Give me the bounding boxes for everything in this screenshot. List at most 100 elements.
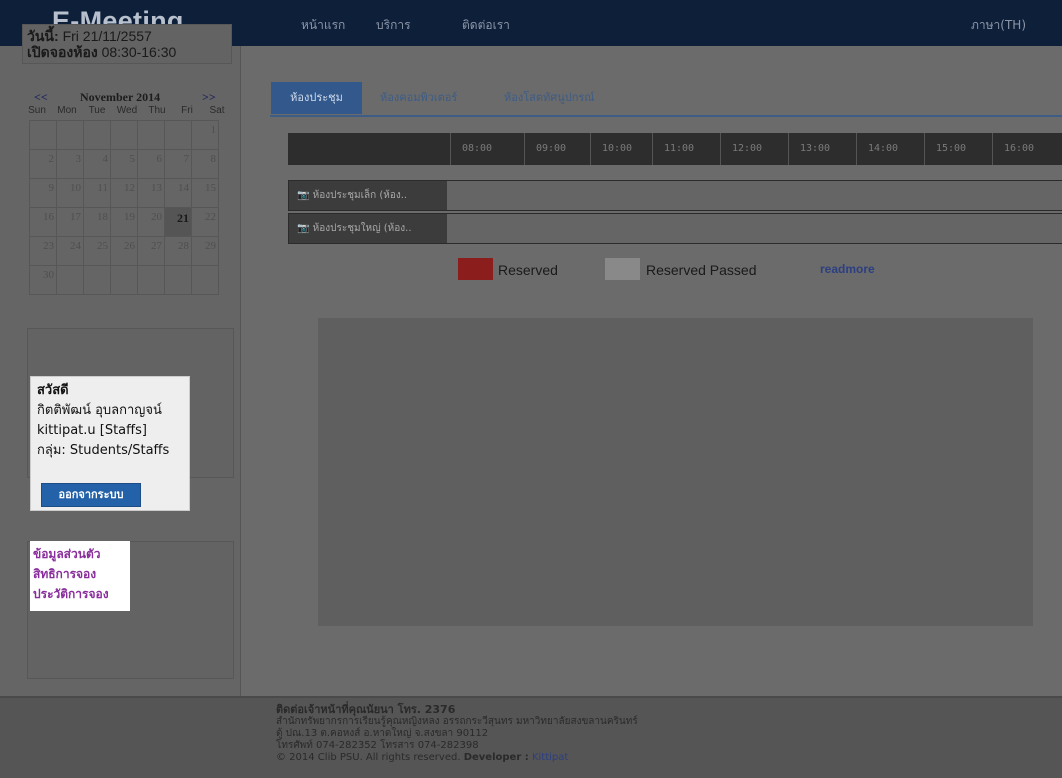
calendar-day[interactable]: 13 [137, 178, 165, 208]
room-label[interactable]: 📷 ห้องประชุมเล็ก (ห้อง.. [289, 181, 447, 210]
calendar-day[interactable]: 17 [56, 207, 84, 237]
calendar-day [56, 265, 84, 295]
timeline-header: 08:00 09:00 10:00 11:00 12:00 13:00 14:0… [288, 133, 1062, 165]
calendar-day [56, 120, 84, 150]
calendar-day[interactable]: 11 [83, 178, 111, 208]
link-booking-rights[interactable]: สิทธิการจอง [33, 564, 127, 584]
tab-computer-rooms[interactable]: ห้องคอมพิวเตอร์ [380, 82, 457, 114]
passed-legend-label: Reserved Passed [646, 262, 757, 278]
calendar-day[interactable]: 27 [137, 236, 165, 266]
date-info-box: วันนี้: Fri 21/11/2557 เปิดจองห้อง 08:30… [22, 24, 232, 64]
calendar-prev-button[interactable]: << [34, 90, 48, 105]
calendar-day [137, 265, 165, 295]
footer-phone: โทรศัพท์ 074-282352 โทรสาร 074-282398 [276, 740, 479, 751]
calendar-day[interactable]: 19 [110, 207, 138, 237]
weekday: Thu [148, 105, 166, 116]
calendar-day [191, 265, 219, 295]
today-label: วันนี้: [27, 28, 59, 44]
weekday: Sun [28, 105, 46, 116]
calendar-day [29, 120, 57, 150]
calendar-day[interactable]: 18 [83, 207, 111, 237]
calendar-day[interactable]: 10 [56, 178, 84, 208]
footer-developer-label: Developer : [463, 752, 529, 763]
time-slot: 11:00 [652, 133, 705, 165]
calendar-day[interactable]: 20 [137, 207, 165, 237]
room-row[interactable]: 📷 ห้องประชุมใหญ่ (ห้อง.. [288, 213, 1062, 244]
reserved-color-swatch [458, 258, 493, 280]
tab-meeting-rooms[interactable]: ห้องประชุม [271, 82, 362, 114]
reserved-legend-label: Reserved [498, 262, 558, 278]
calendar-day [164, 265, 192, 295]
open-hours-value: 08:30-16:30 [101, 44, 177, 60]
footer-copyright: © 2014 Clib PSU. All rights reserved. [276, 752, 461, 763]
calendar-next-button[interactable]: >> [202, 90, 216, 105]
calendar-day[interactable]: 30 [29, 265, 57, 295]
footer-address: ตู้ ปณ.13 ต.คอหงส์ อ.หาดใหญ่ จ.สงขลา 901… [276, 728, 489, 739]
calendar-weekdays: Sun Mon Tue Wed Thu Fri Sat [22, 105, 232, 117]
footer: ติดต่อเจ้าหน้าที่คุณนัยนา โทร. 2376 สำนั… [0, 696, 1062, 778]
calendar-week: 23 24 25 26 27 28 29 [29, 236, 219, 266]
nav-services[interactable]: บริการ [376, 16, 411, 35]
calendar-header: << November 2014 >> [22, 90, 232, 104]
calendar-day[interactable]: 15 [191, 178, 219, 208]
calendar-day[interactable]: 7 [164, 149, 192, 179]
calendar-day[interactable]: 24 [56, 236, 84, 266]
room-row[interactable]: 📷 ห้องประชุมเล็ก (ห้อง.. [288, 180, 1062, 211]
greeting: สวัสดี [37, 383, 69, 398]
calendar-day[interactable]: 22 [191, 207, 219, 237]
calendar-day[interactable]: 26 [110, 236, 138, 266]
room-label[interactable]: 📷 ห้องประชุมใหญ่ (ห้อง.. [289, 214, 447, 243]
link-profile[interactable]: ข้อมูลส่วนตัว [33, 544, 127, 564]
user-group: กลุ่ม: Students/Staffs [37, 443, 170, 458]
calendar-day [110, 120, 138, 150]
nav-home[interactable]: หน้าแรก [301, 16, 345, 35]
room-schedule: 📷 ห้องประชุมเล็ก (ห้อง.. 📷 ห้องประชุมใหญ… [288, 180, 1062, 246]
calendar-day [83, 120, 111, 150]
calendar-day[interactable]: 4 [83, 149, 111, 179]
user-fullname: กิตติพัฒน์ อุบลกาญจน์ [37, 403, 162, 418]
nav-contact[interactable]: ติดต่อเรา [462, 16, 510, 35]
calendar-day[interactable]: 6 [137, 149, 165, 179]
calendar-day[interactable]: 9 [29, 178, 57, 208]
calendar-day [83, 265, 111, 295]
logout-button[interactable]: ออกจากระบบ [41, 483, 141, 507]
language-selector[interactable]: ภาษา(TH) [971, 16, 1026, 35]
calendar-day[interactable]: 3 [56, 149, 84, 179]
tab-av-rooms[interactable]: ห้องโสตทัศนูปกรณ์ [504, 82, 595, 114]
time-slot: 10:00 [590, 133, 643, 165]
calendar-day[interactable]: 29 [191, 236, 219, 266]
calendar-grid: 1 2 3 4 5 6 7 8 9 10 11 12 13 14 15 16 17 18 19 20 21 22 23 24 2… [29, 120, 219, 295]
calendar-day[interactable]: 28 [164, 236, 192, 266]
time-slot: 16:00 [992, 133, 1045, 165]
user-username: kittipat.u [Staffs] [37, 423, 147, 438]
time-slot: 15:00 [924, 133, 977, 165]
calendar-week: 1 [29, 120, 219, 150]
time-slot: 13:00 [788, 133, 841, 165]
calendar-day[interactable]: 23 [29, 236, 57, 266]
room-name: ห้องประชุมเล็ก (ห้อง.. [312, 190, 408, 201]
room-type-tabs: ห้องประชุม ห้องคอมพิวเตอร์ ห้องโสตทัศนูป… [270, 81, 1062, 117]
room-name: ห้องประชุมใหญ่ (ห้อง.. [312, 223, 412, 234]
calendar-day [137, 120, 165, 150]
today-value: Fri 21/11/2557 [62, 28, 152, 44]
passed-color-swatch [605, 258, 640, 280]
calendar-day[interactable]: 8 [191, 149, 219, 179]
weekday: Tue [88, 105, 106, 116]
calendar-day[interactable]: 21 [164, 207, 192, 237]
calendar-week: 2345678 [29, 149, 219, 179]
user-info-box: สวัสดี กิตติพัฒน์ อุบลกาญจน์ kittipat.u … [30, 376, 190, 511]
footer-developer-link[interactable]: Kittipat [532, 752, 568, 763]
calendar-day[interactable]: 1 [191, 120, 219, 150]
calendar-week: 9 10 11 12 13 14 15 [29, 178, 219, 208]
calendar-day[interactable]: 16 [29, 207, 57, 237]
readmore-link[interactable]: readmore [820, 262, 875, 276]
calendar-day[interactable]: 14 [164, 178, 192, 208]
calendar-day[interactable]: 5 [110, 149, 138, 179]
time-slot: 09:00 [524, 133, 577, 165]
calendar-day[interactable]: 2 [29, 149, 57, 179]
footer-org: สำนักทรัพยากรการเรียนรู้คุณหญิงหลง อรรถก… [276, 716, 638, 727]
link-booking-history[interactable]: ประวัติการจอง [33, 584, 127, 604]
time-slot: 14:00 [856, 133, 909, 165]
calendar-day[interactable]: 12 [110, 178, 138, 208]
calendar-day[interactable]: 25 [83, 236, 111, 266]
